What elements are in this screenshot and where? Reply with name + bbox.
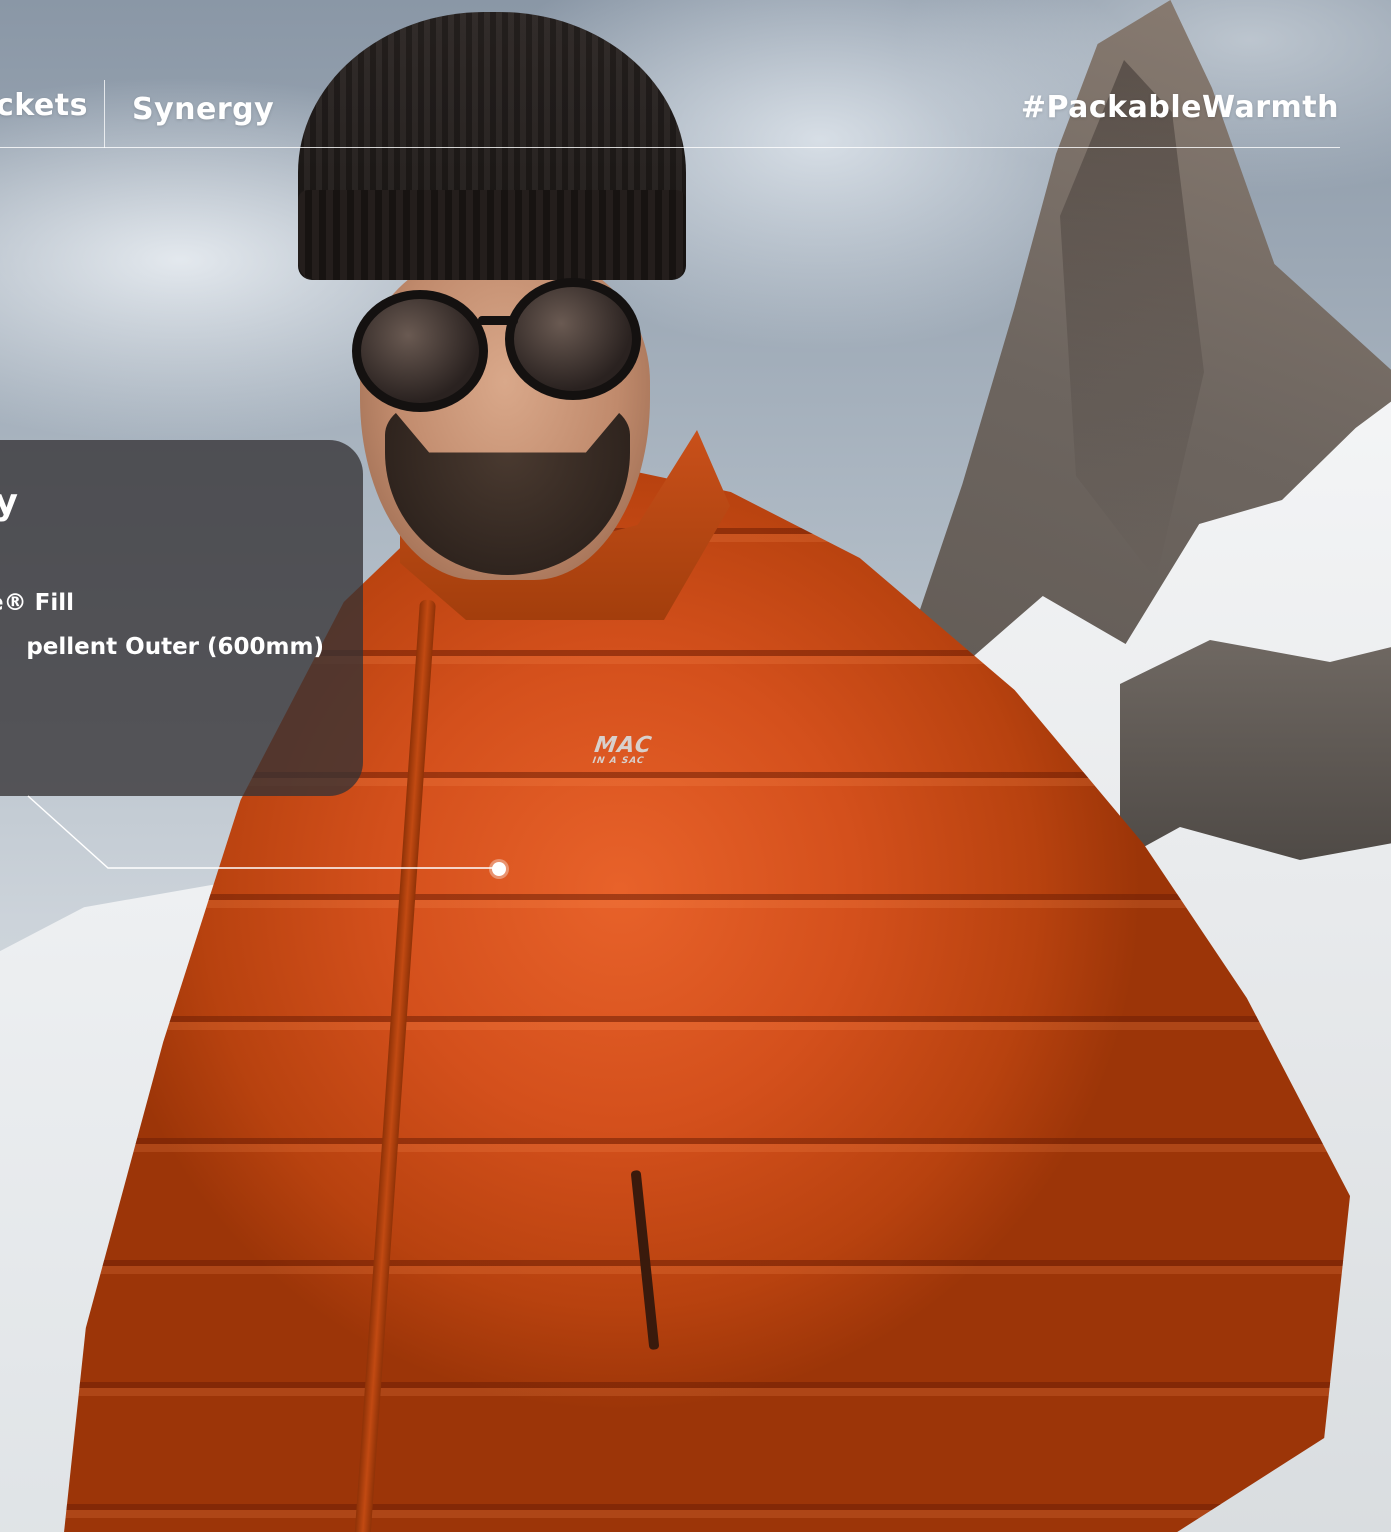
breadcrumb-previous-link[interactable]: ckets	[0, 88, 88, 123]
feature-item: e® Fill	[0, 590, 74, 624]
top-navigation: ckets Synergy #PackableWarmth	[0, 0, 1391, 150]
breadcrumb-divider	[104, 80, 105, 148]
rock-outcrop	[1120, 640, 1391, 860]
brand-logo-line2: IN A SAC	[591, 756, 646, 766]
header-divider	[0, 147, 1340, 148]
hashtag-label: #PackableWarmth	[1020, 90, 1339, 125]
hotspot-dot-icon[interactable]	[492, 862, 506, 876]
brand-logo: MAC IN A SAC	[591, 733, 654, 766]
brand-logo-line1: MAC	[592, 733, 654, 758]
feature-label-outer: pellent Outer (600mm)	[26, 634, 324, 660]
feature-item: pellent Outer (600mm)	[0, 634, 324, 668]
sunglasses-bridge	[478, 316, 518, 325]
breadcrumb-current: Synergy	[132, 92, 275, 127]
feature-label-fill: e® Fill	[0, 590, 74, 616]
sunglasses-left-lens	[352, 290, 488, 412]
product-title: y	[0, 482, 18, 523]
product-title-clip: y	[0, 470, 40, 530]
sunglasses-right-lens	[505, 278, 641, 400]
beanie-cuff	[298, 190, 686, 280]
